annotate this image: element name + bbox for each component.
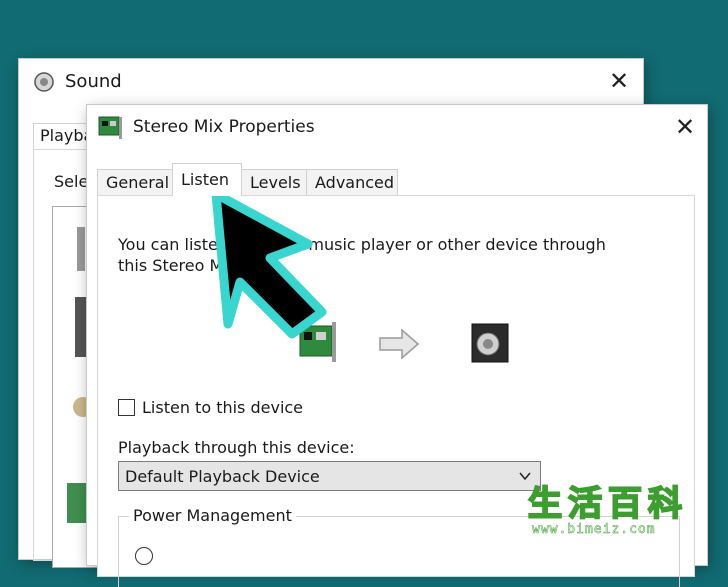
listen-flow-diagram <box>299 322 509 363</box>
listen-description: You can liste ble music player or other … <box>118 234 658 276</box>
select-device-text: Sele <box>54 172 89 191</box>
tab-levels[interactable]: Levels <box>241 169 307 195</box>
playback-label: Playback through this device: <box>118 438 355 457</box>
watermark-logo: 生 活 百 科 www.bimeiz.com <box>527 484 718 538</box>
watermark-chars: 生 活 百 科 <box>527 484 683 524</box>
chevron-down-icon <box>519 472 531 481</box>
listen-checkbox[interactable] <box>118 399 135 416</box>
watermark-url: www.bimeiz.com <box>532 522 656 538</box>
properties-close-button[interactable]: ✕ <box>675 115 695 139</box>
speaker-icon <box>471 323 509 363</box>
description-line-2: this Stereo M <box>118 256 224 275</box>
properties-title: Stereo Mix Properties <box>133 117 315 137</box>
dropdown-value: Default Playback Device <box>125 467 320 486</box>
tab-advanced[interactable]: Advanced <box>306 169 398 195</box>
power-management-title: Power Management <box>129 506 296 525</box>
listen-checkbox-row[interactable]: Listen to this device <box>118 398 303 417</box>
tab-general[interactable]: General <box>97 169 173 195</box>
tab-listen[interactable]: Listen <box>172 163 242 196</box>
sound-card-icon <box>299 322 336 362</box>
power-radio[interactable] <box>135 547 153 565</box>
listen-checkbox-label: Listen to this device <box>142 398 304 417</box>
arrow-right-icon <box>379 328 420 360</box>
playback-device-dropdown[interactable]: Default Playback Device <box>118 461 541 491</box>
description-line-1: You can liste ble music player or other … <box>118 235 606 254</box>
sound-card-icon <box>98 116 122 139</box>
speaker-icon <box>34 72 54 92</box>
sound-close-button[interactable]: ✕ <box>609 69 629 93</box>
sound-window-title: Sound <box>65 71 122 92</box>
